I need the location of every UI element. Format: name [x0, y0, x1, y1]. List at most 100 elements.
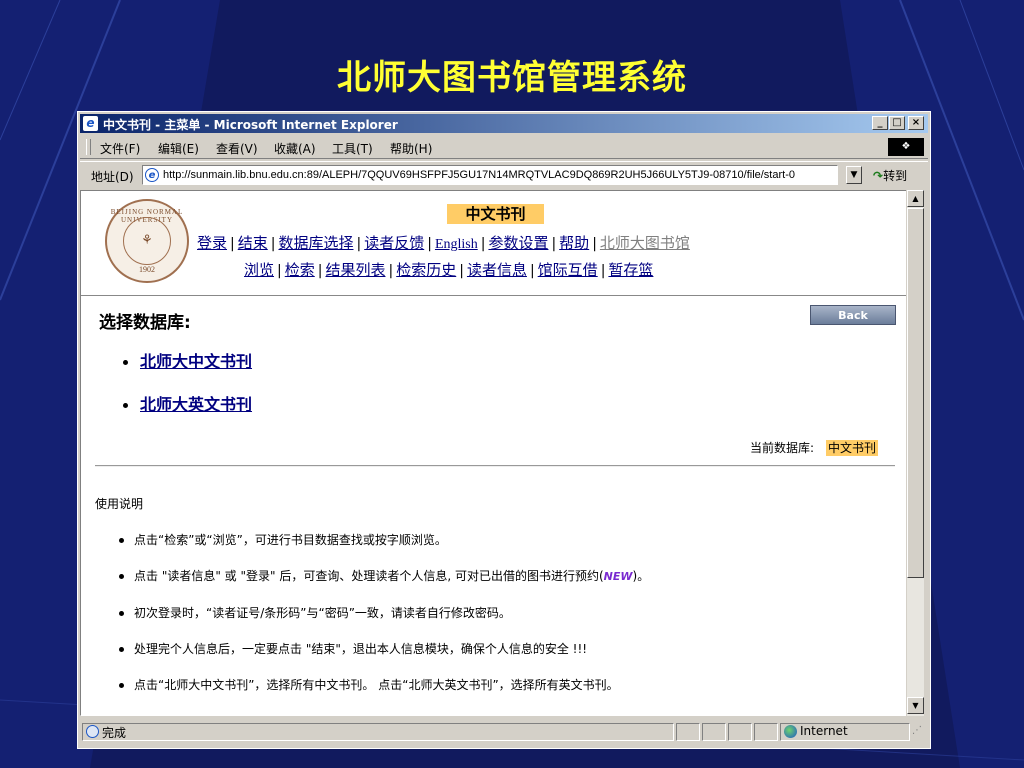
bullet: [119, 611, 124, 616]
scroll-down-button[interactable]: ▼: [907, 697, 924, 714]
menu-file[interactable]: 文件(F): [100, 140, 140, 157]
vertical-scrollbar[interactable]: ▲ ▼: [906, 190, 924, 716]
current-db-label: 当前数据库:: [750, 441, 815, 455]
status-cell-empty: [728, 723, 752, 741]
address-url: http://sunmain.lib.bnu.edu.cn:89/ALEPH/7…: [163, 169, 795, 181]
usage-text-tail: )。: [632, 569, 650, 583]
go-button[interactable]: ↷转到: [873, 167, 907, 184]
db-list-item: 北师大中文书刊: [123, 348, 252, 372]
maximize-button[interactable]: □: [889, 116, 905, 130]
go-arrow-icon: ↷: [873, 169, 884, 183]
seal-year: 1902: [139, 265, 155, 274]
usage-item: 处理完个人信息后，一定要点击 "结束"，退出本人信息模块，确保个人信息的安全 !…: [119, 640, 587, 657]
ie-logo-icon: e: [83, 116, 98, 131]
nav-row-1: 登录 | 结束 | 数据库选择 | 读者反馈 | English | 参数设置 | 帮助 | 北师大图书馆: [197, 232, 690, 253]
usage-item: 点击 "读者信息" 或 "登录" 后，可查询、处理读者个人信息, 可对已出借的图…: [119, 567, 649, 584]
bullet: [119, 538, 124, 543]
nav-separator: |: [230, 236, 235, 252]
bullet: [119, 574, 124, 579]
page-content: BEIJING NORMAL UNIVERSITY ⚘ 1902 中文书刊 登录…: [80, 190, 910, 716]
new-badge: NEW: [603, 570, 633, 583]
bullet: [119, 683, 124, 688]
nav-login-link[interactable]: 登录: [197, 234, 227, 252]
menu-edit[interactable]: 编辑(E): [158, 140, 199, 157]
current-db: 当前数据库: 中文书刊: [750, 439, 879, 456]
library-header: BEIJING NORMAL UNIVERSITY ⚘ 1902 中文书刊 登录…: [81, 191, 907, 296]
status-cell-empty: [676, 723, 700, 741]
menu-bar: 文件(F) 编辑(E) 查看(V) 收藏(A) 工具(T) 帮助(H) ❖: [80, 136, 928, 159]
zone-text: Internet: [800, 724, 848, 738]
current-db-badge: 中文书刊: [447, 204, 544, 224]
seal-inner-ring: ⚘: [123, 217, 171, 265]
usage-text: 处理完个人信息后，一定要点击 "结束"，退出本人信息模块，确保个人信息的安全 !…: [134, 642, 588, 656]
resize-grip-icon[interactable]: ⋰: [912, 725, 926, 739]
nav-english-link[interactable]: English: [435, 237, 478, 252]
nav-separator: |: [317, 263, 323, 279]
nav-settings-link[interactable]: 参数设置: [488, 234, 548, 252]
seal-emblem: ⚘: [141, 233, 153, 248]
usage-item: 点击“北师大中文书刊”，选择所有中文书刊。 点击“北师大英文书刊”，选择所有英文…: [119, 676, 619, 693]
nav-history-link[interactable]: 检索历史: [396, 261, 456, 279]
nav-library-link[interactable]: 北师大图书馆: [600, 234, 690, 252]
db-list-item: 北师大英文书刊: [123, 391, 252, 415]
nav-reader-info-link[interactable]: 读者信息: [467, 261, 527, 279]
menu-tools[interactable]: 工具(T): [332, 140, 373, 157]
current-db-value: 中文书刊: [826, 440, 879, 456]
slide-title: 北师大图书馆管理系统: [337, 58, 687, 98]
usage-text: 点击“北师大中文书刊”，选择所有中文书刊。 点击“北师大英文书刊”，选择所有英文…: [134, 678, 619, 692]
nav-browse-link[interactable]: 浏览: [244, 261, 274, 279]
nav-basket-link[interactable]: 暂存篮: [608, 261, 653, 279]
nav-end-link[interactable]: 结束: [238, 234, 268, 252]
close-button[interactable]: ×: [908, 116, 924, 130]
menu-help[interactable]: 帮助(H): [390, 140, 432, 157]
nav-ill-link[interactable]: 馆际互借: [538, 261, 598, 279]
db-english-link[interactable]: 北师大英文书刊: [140, 395, 252, 414]
nav-row-2: 浏览 | 检索 | 结果列表 | 检索历史 | 读者信息 | 馆际互借 | 暂存篮: [244, 259, 653, 280]
nav-separator: |: [551, 236, 557, 252]
menu-favorites[interactable]: 收藏(A): [274, 140, 316, 157]
menu-view[interactable]: 查看(V): [216, 140, 258, 157]
usage-item: 初次登录时，“读者证号/条形码”与“密码”一致，请读者自行修改密码。: [119, 604, 511, 621]
nav-separator: |: [388, 263, 394, 279]
bullet: [119, 647, 124, 652]
nav-separator: |: [480, 236, 486, 252]
address-dropdown-button[interactable]: ▼: [846, 166, 862, 184]
status-cell-empty: [702, 723, 726, 741]
nav-results-link[interactable]: 结果列表: [325, 261, 385, 279]
toolbar-grip[interactable]: [86, 139, 91, 155]
nav-db-select-link[interactable]: 数据库选择: [278, 234, 353, 252]
bullet: [123, 360, 128, 365]
nav-feedback-link[interactable]: 读者反馈: [364, 234, 424, 252]
usage-text: 初次登录时，“读者证号/条形码”与“密码”一致，请读者自行修改密码。: [134, 606, 511, 620]
scroll-up-button[interactable]: ▲: [907, 190, 924, 207]
address-bar: 地址(D) e http://sunmain.lib.bnu.edu.cn:89…: [80, 161, 928, 188]
zone-cell: Internet: [780, 723, 910, 741]
back-button[interactable]: Back: [810, 305, 896, 325]
go-label: 转到: [883, 169, 908, 183]
divider: [95, 465, 895, 467]
nav-separator: |: [600, 263, 606, 279]
nav-separator: |: [277, 263, 282, 279]
nav-separator: |: [427, 236, 432, 252]
address-input[interactable]: e http://sunmain.lib.bnu.edu.cn:89/ALEPH…: [142, 165, 838, 185]
nav-help-link[interactable]: 帮助: [559, 234, 589, 252]
status-text: 完成: [102, 726, 127, 740]
windows-logo-icon: ❖: [888, 138, 924, 156]
usage-title: 使用说明: [95, 497, 144, 511]
status-text-cell: 完成: [82, 723, 674, 741]
browser-window: e 中文书刊 - 主菜单 - Microsoft Internet Explor…: [77, 111, 931, 749]
usage-item: 点击“检索”或“浏览”，可进行书目数据查找或按字顺浏览。: [119, 531, 447, 548]
university-seal-logo: BEIJING NORMAL UNIVERSITY ⚘ 1902: [105, 199, 189, 283]
status-cell-empty: [754, 723, 778, 741]
minimize-button[interactable]: _: [872, 116, 888, 130]
nav-search-link[interactable]: 检索: [285, 261, 315, 279]
db-chinese-link[interactable]: 北师大中文书刊: [140, 352, 252, 371]
page-done-icon: [86, 725, 99, 738]
nav-separator: |: [270, 236, 276, 252]
title-bar[interactable]: e 中文书刊 - 主菜单 - Microsoft Internet Explor…: [80, 114, 928, 133]
page-icon: e: [145, 168, 159, 182]
scroll-thumb[interactable]: [907, 208, 924, 578]
bullet: [123, 403, 128, 408]
usage-text: 点击“检索”或“浏览”，可进行书目数据查找或按字顺浏览。: [134, 533, 447, 547]
status-bar: 完成 Internet ⋰: [80, 721, 928, 743]
